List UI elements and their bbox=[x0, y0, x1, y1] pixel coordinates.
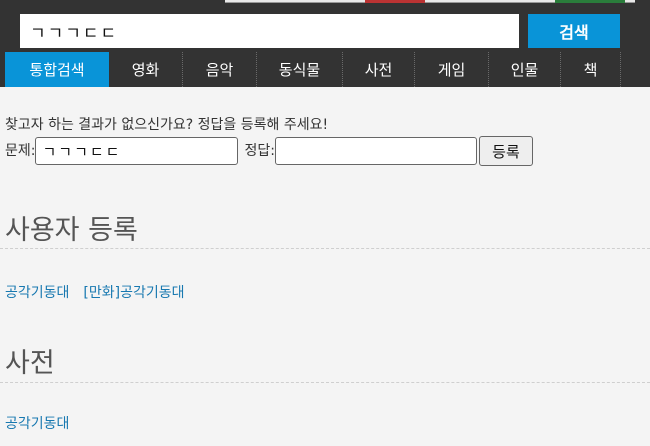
tab-game[interactable]: 게임 bbox=[415, 52, 489, 87]
no-result-prompt: 찾고자 하는 결과가 없으신가요? 정답을 등록해 주세요! bbox=[5, 117, 329, 133]
answer-label: 정답: bbox=[244, 143, 275, 159]
category-tabs: 통합검색 영화 음악 동식물 사전 게임 인물 책 bbox=[5, 52, 621, 87]
register-button[interactable]: 등록 bbox=[478, 136, 533, 166]
section-divider bbox=[0, 382, 650, 383]
dictionary-links: 공각기동대 bbox=[5, 413, 83, 433]
top-ad-strip bbox=[225, 0, 635, 3]
tab-movie[interactable]: 영화 bbox=[109, 52, 183, 87]
ad-strip-red-mark bbox=[365, 0, 425, 3]
tab-person[interactable]: 인물 bbox=[489, 52, 561, 87]
register-answer-form: 찾고자 하는 결과가 없으신가요? 정답을 등록해 주세요! 문제: 정답: 등… bbox=[5, 112, 650, 166]
form-row: 문제: 정답: 등록 bbox=[5, 136, 650, 166]
section-title-dictionary: 사전 bbox=[5, 348, 55, 379]
result-link[interactable]: 공각기동대 bbox=[5, 416, 69, 432]
result-link[interactable]: 공각기동대 bbox=[5, 285, 69, 301]
answer-field[interactable] bbox=[274, 137, 477, 165]
tab-music[interactable]: 음악 bbox=[183, 52, 257, 87]
question-label: 문제: bbox=[5, 143, 36, 159]
question-field[interactable] bbox=[35, 137, 239, 165]
user-registered-links: 공각기동대 [만화]공각기동대 bbox=[5, 282, 199, 302]
tab-dictionary[interactable]: 사전 bbox=[343, 52, 415, 87]
section-title-user-registered: 사용자 등록 bbox=[5, 215, 138, 246]
tab-flora-fauna[interactable]: 동식물 bbox=[257, 52, 343, 87]
tab-all[interactable]: 통합검색 bbox=[5, 52, 109, 87]
section-divider bbox=[0, 248, 650, 249]
search-input[interactable] bbox=[20, 14, 519, 48]
search-button[interactable]: 검색 bbox=[528, 14, 620, 48]
ad-strip-green-mark bbox=[555, 0, 625, 3]
result-link[interactable]: [만화]공각기동대 bbox=[83, 285, 184, 301]
tab-book[interactable]: 책 bbox=[561, 52, 621, 87]
